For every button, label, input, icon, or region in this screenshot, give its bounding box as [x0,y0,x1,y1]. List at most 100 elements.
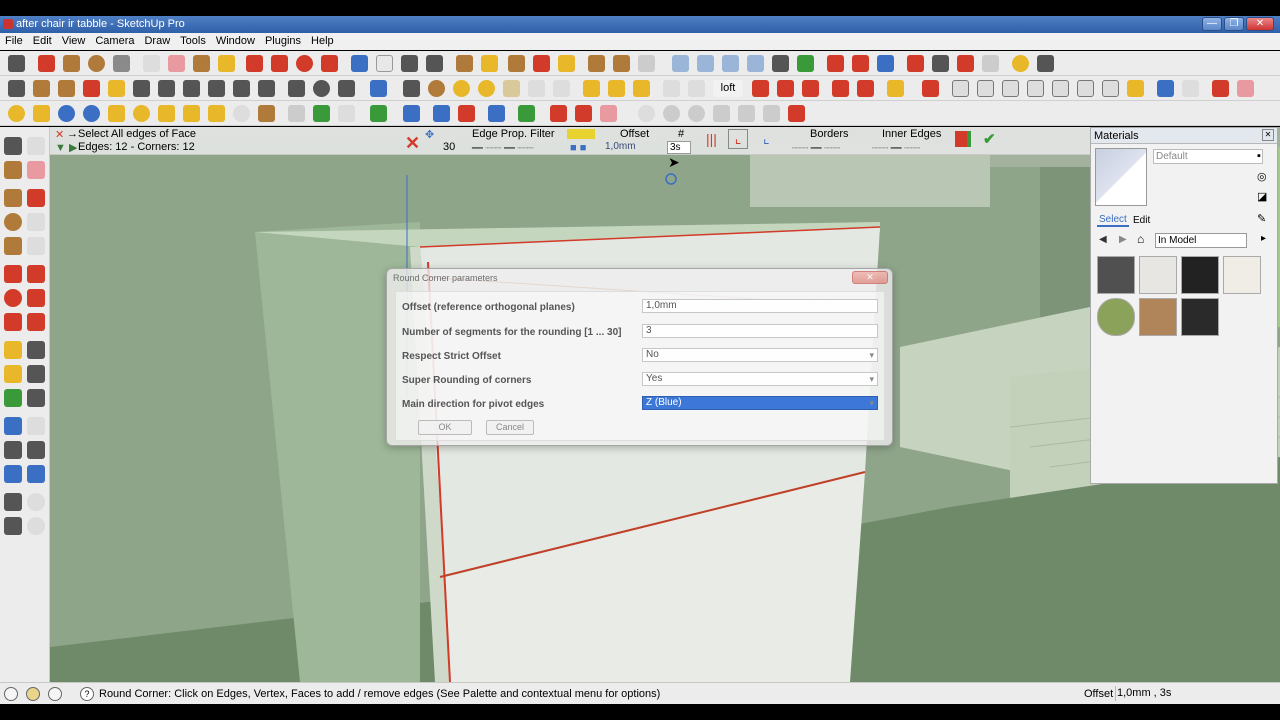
solid-trim-icon[interactable] [982,55,999,72]
spline-tool-icon[interactable] [183,80,200,97]
protractor-icon[interactable] [313,80,330,97]
menu-window[interactable]: Window [211,33,260,50]
position-camera-icon[interactable] [208,105,225,122]
sandbox-icon[interactable] [588,55,605,72]
model-info-icon[interactable] [8,105,25,122]
protractor-side-icon[interactable] [4,365,22,383]
solid-subtract-icon[interactable] [957,55,974,72]
subdivide-tool-icon[interactable] [688,80,705,97]
material-options-icon[interactable]: ◎ [1257,170,1267,183]
prism-tool-icon[interactable] [633,80,650,97]
ts-rect-icon[interactable] [977,80,994,97]
sandbox-contours-icon[interactable] [370,105,387,122]
palette-close-icon[interactable]: ✕ [55,128,64,141]
shape-tool-icon[interactable] [58,80,75,97]
pan-tool-icon[interactable] [376,55,393,72]
walk-icon[interactable] [183,105,200,122]
zoom-tool-icon[interactable] [401,55,418,72]
inner-edges-icons[interactable]: ┈┈┈ ━━ ┈┈┈ [872,143,920,154]
followme-side-icon[interactable] [27,289,45,307]
ts-offset-icon[interactable] [1127,80,1144,97]
sharp-corner-icon[interactable] [857,80,874,97]
circle-tool-icon[interactable] [88,55,105,72]
scale-side-icon[interactable] [4,313,22,331]
axis-blue-icon[interactable] [403,105,420,122]
construction-icon[interactable] [33,80,50,97]
polyline-tool-icon[interactable] [233,80,250,97]
align-icon[interactable] [433,105,450,122]
corner-option-icon[interactable]: ⌞ [763,130,770,147]
move-tool-icon[interactable] [246,55,263,72]
curve-tool-icon[interactable] [133,80,150,97]
front-view-icon[interactable] [722,55,739,72]
orbit-pivot-icon[interactable] [688,105,705,122]
shape-bender-icon[interactable] [108,80,125,97]
display-section-icon[interactable] [852,55,869,72]
library-nav-icon[interactable]: ▸ [1261,233,1266,244]
position-camera-side-icon[interactable] [4,493,22,511]
bezier-tool-icon[interactable] [158,80,175,97]
paint-over-icon[interactable] [713,105,730,122]
rotate-side-icon[interactable] [4,289,22,307]
extension-warehouse-icon[interactable] [558,55,575,72]
library-select[interactable]: In Model [1155,233,1247,248]
edge-filter-icons[interactable]: ━━ ┈┈┈ ━━ ┈┈┈ [472,143,534,154]
solid-union-icon[interactable] [932,55,949,72]
3dtext-side-icon[interactable] [27,389,45,407]
filter-square-icons[interactable]: ■ ■ [570,142,586,154]
fredo-scale-icon[interactable] [887,80,904,97]
borders-icons[interactable]: ┈┈┈ ━━ ┈┈┈ [792,143,840,154]
rect-side-icon[interactable] [4,189,22,207]
help-status-icon[interactable]: ? [80,687,94,701]
line-side-icon[interactable] [27,189,45,207]
scene-icon[interactable] [158,105,175,122]
share-component-icon[interactable] [533,55,550,72]
ts-arc-icon[interactable] [1077,80,1094,97]
help-icon[interactable] [83,105,100,122]
box-tool-icon[interactable] [608,80,625,97]
rotate-tool-icon[interactable] [296,55,313,72]
shadow-icon[interactable] [258,105,275,122]
cone-tool-icon[interactable] [503,80,520,97]
offset-value[interactable]: 1,0mm [603,141,659,154]
curve-option-icon[interactable]: ⌞ [728,129,748,149]
paint-bucket-side-icon[interactable] [4,161,22,179]
left-view-icon[interactable] [797,55,814,72]
select-tool-icon[interactable] [8,55,25,72]
material-swatch-7[interactable] [1181,298,1219,336]
sample-icon[interactable] [738,105,755,122]
3d-text-icon[interactable] [403,80,420,97]
lock-icon[interactable] [553,80,570,97]
menu-help[interactable]: Help [306,33,339,50]
dimension-icon[interactable] [288,80,305,97]
menu-tools[interactable]: Tools [175,33,211,50]
select-icon[interactable] [4,137,22,155]
freehand-side-icon[interactable] [27,237,45,255]
pushpull-side-icon[interactable] [27,265,45,283]
previous-side-icon[interactable] [4,465,22,483]
move-palette-icon[interactable]: ✥ [425,128,434,141]
paint-tool-icon[interactable] [168,55,185,72]
sample-paint-icon[interactable]: ◪ [1257,190,1267,203]
segments-value[interactable]: 3s [667,141,691,154]
material-swatch-5[interactable] [1097,298,1135,336]
loft-button[interactable]: loft [713,80,743,97]
share-model-icon[interactable] [508,55,525,72]
validate-check-icon[interactable]: ✔ [983,130,996,148]
zoom-extents-side-icon[interactable] [27,465,45,483]
ts-make-face-icon[interactable] [1237,80,1254,97]
ts-line-icon[interactable] [952,80,969,97]
bevel-icon[interactable] [832,80,849,97]
pivot-icon[interactable] [663,105,680,122]
menu-view[interactable]: View [57,33,91,50]
fog-icon[interactable] [288,105,305,122]
minimize-button[interactable]: — [1202,17,1222,31]
orbit-side-icon[interactable] [4,417,22,435]
arc-tool-icon[interactable] [113,55,130,72]
forward-arrow-icon[interactable]: ▶ [1119,234,1127,245]
warehouse-icon[interactable] [456,55,473,72]
materials-tab-select[interactable]: Select [1097,214,1129,227]
rectangle-tool-icon[interactable] [63,55,80,72]
palette-toggle-icon[interactable]: ▼ ▶ [55,141,77,154]
torus-tool-icon[interactable] [453,80,470,97]
